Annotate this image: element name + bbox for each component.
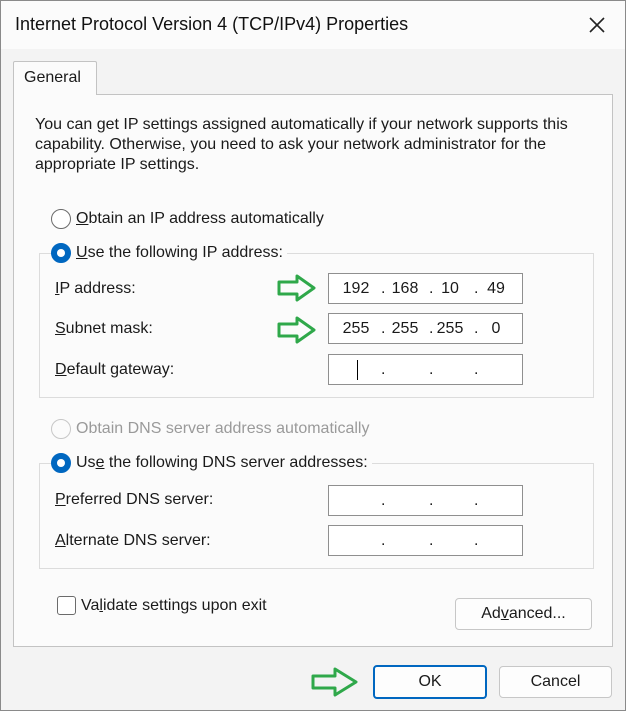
dns-dot: .	[429, 532, 434, 549]
ip-octet-2: 168	[391, 280, 419, 297]
ok-button[interactable]: OK	[373, 665, 487, 699]
radio-ip-auto[interactable]: Obtain an IP address automatically	[51, 209, 328, 229]
preferred-dns-field[interactable]: . . .	[328, 485, 523, 516]
subnet-mask-field[interactable]: 255 . 255 . 255 . 0	[328, 313, 523, 344]
dns-dot: .	[429, 492, 434, 509]
ip-octet-1: 192	[342, 280, 370, 297]
tab-general-label: General	[24, 69, 81, 86]
right-arrow-icon	[277, 274, 316, 302]
cancel-button-label: Cancel	[530, 673, 581, 690]
right-arrow-icon	[277, 316, 316, 344]
advanced-button[interactable]: Advanced...	[455, 598, 592, 630]
radio-dns-manual[interactable]: Use the following DNS server addresses:	[51, 453, 372, 473]
subnet-dot: .	[381, 320, 386, 337]
title-bar: Internet Protocol Version 4 (TCP/IPv4) P…	[1, 1, 625, 49]
gateway-dot: .	[474, 361, 479, 378]
radio-dns-auto-button[interactable]	[51, 419, 71, 439]
validate-checkbox-box[interactable]	[57, 596, 76, 615]
radio-dns-auto[interactable]: Obtain DNS server address automatically	[51, 419, 374, 439]
ip-address-label: IP address:	[55, 280, 136, 297]
preferred-dns-label: Preferred DNS server:	[55, 491, 214, 508]
gateway-dot: .	[429, 361, 434, 378]
radio-ip-auto-label: Obtain an IP address automatically	[76, 210, 324, 227]
radio-ip-manual-button[interactable]	[51, 243, 71, 263]
dialog-window: Internet Protocol Version 4 (TCP/IPv4) P…	[0, 0, 626, 711]
right-arrow-icon	[311, 667, 358, 697]
radio-dns-auto-label: Obtain DNS server address automatically	[76, 420, 370, 437]
advanced-button-label: Advanced...	[481, 605, 566, 622]
tab-general[interactable]: General	[13, 61, 97, 95]
ok-button-label: OK	[418, 673, 442, 690]
subnet-octet-2: 255	[391, 320, 419, 337]
radio-dns-manual-label: Use the following DNS server addresses:	[76, 454, 368, 471]
dns-dot: .	[474, 492, 479, 509]
close-button[interactable]	[569, 1, 625, 49]
dns-dot: .	[474, 532, 479, 549]
validate-checkbox-label: Validate settings upon exit	[81, 596, 267, 614]
default-gateway-label: Default gateway:	[55, 361, 175, 378]
subnet-octet-1: 255	[342, 320, 370, 337]
radio-dns-manual-button[interactable]	[51, 453, 71, 473]
radio-ip-manual[interactable]: Use the following IP address:	[51, 243, 287, 263]
ip-dot: .	[381, 280, 386, 297]
alternate-dns-field[interactable]: . . .	[328, 525, 523, 556]
ip-octet-3: 10	[441, 280, 459, 297]
close-icon	[589, 17, 605, 33]
dns-dot: .	[381, 492, 386, 509]
window-title: Internet Protocol Version 4 (TCP/IPv4) P…	[15, 14, 409, 34]
subnet-mask-label: Subnet mask:	[55, 320, 153, 337]
dns-dot: .	[381, 532, 386, 549]
cancel-button[interactable]: Cancel	[499, 666, 612, 698]
radio-ip-auto-button[interactable]	[51, 209, 71, 229]
validate-settings-checkbox[interactable]: Validate settings upon exit	[57, 596, 267, 615]
gateway-dot: .	[381, 361, 386, 378]
alternate-dns-label: Alternate DNS server:	[55, 532, 211, 549]
ip-address-field[interactable]: 192 . 168 . 10 . 49	[328, 273, 523, 304]
default-gateway-field[interactable]: . . .	[328, 354, 523, 385]
radio-ip-auto-label-rest: btain an IP address automatically	[88, 210, 324, 227]
description-text: You can get IP settings assigned automat…	[35, 116, 568, 173]
ip-octet-4: 49	[487, 280, 505, 297]
subnet-octet-3: 255	[436, 320, 464, 337]
text-caret	[357, 360, 358, 380]
radio-ip-manual-label: Use the following IP address:	[76, 244, 283, 261]
subnet-octet-4: 0	[491, 320, 501, 337]
